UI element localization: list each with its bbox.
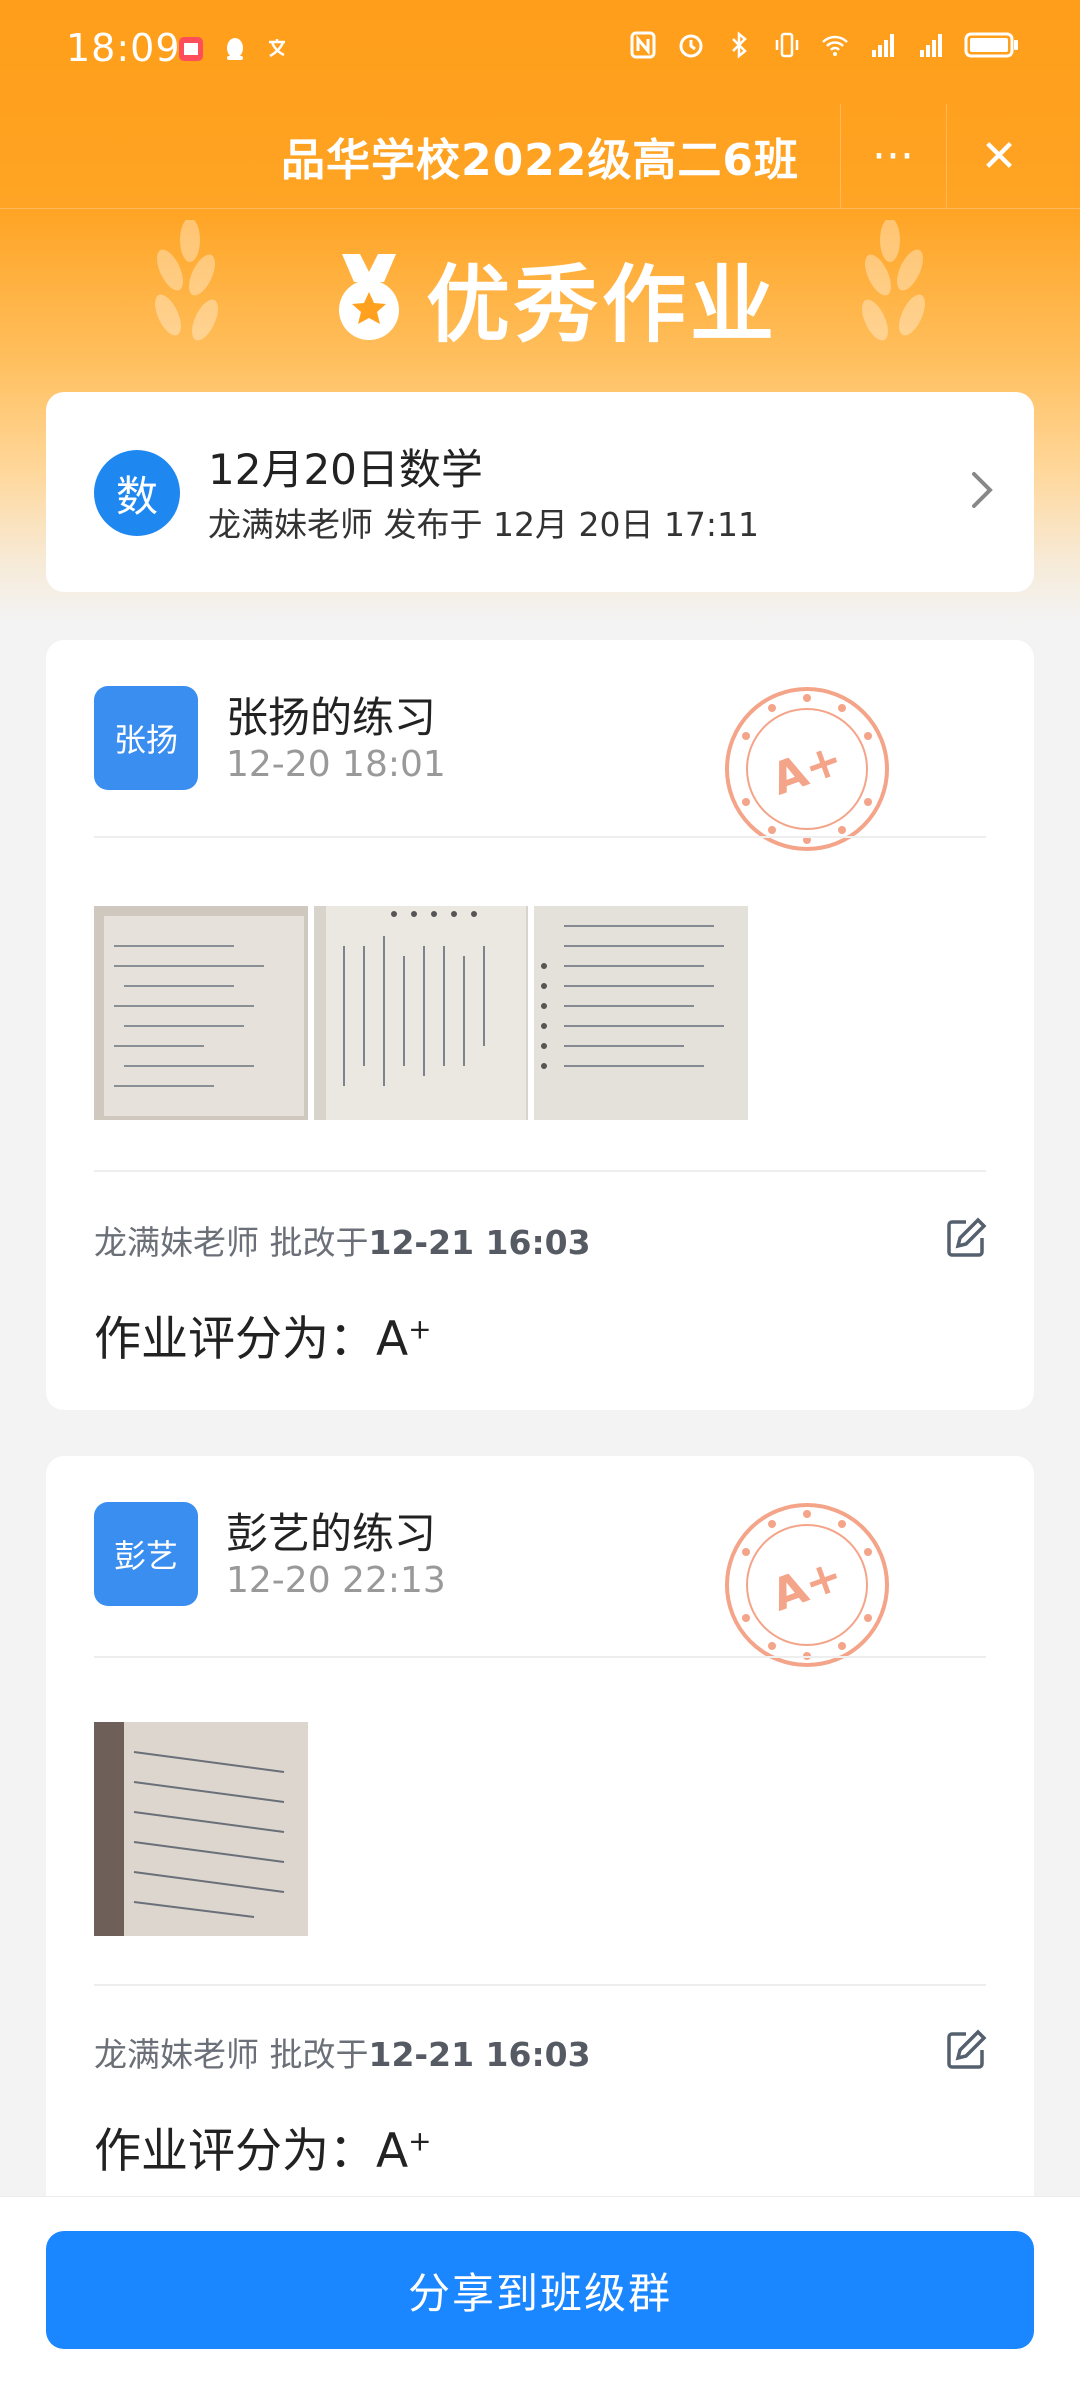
bottom-bar: 分享到班级群: [0, 2196, 1080, 2383]
reviewed-at: 12-21 16:03: [368, 1223, 591, 1262]
submission-title: 张扬的练习: [226, 693, 437, 742]
divider: [94, 1170, 986, 1172]
submission-time: 12-20 22:13: [226, 1560, 446, 1601]
grade-plus: +: [408, 2124, 432, 2158]
grade-label: 作业评分为：: [94, 2124, 376, 2179]
banner-title-group: 优秀作业: [330, 238, 778, 359]
status-left-icons: [176, 34, 294, 64]
homework-photo[interactable]: [534, 906, 748, 1120]
edit-icon[interactable]: [944, 1216, 988, 1260]
submission-card: 张扬 张扬的练习 12-20 18:01 A+ 龙满妹老师 批改于12-21 1…: [46, 640, 1034, 1410]
submission-title: 彭艺的练习: [226, 1509, 437, 1558]
title-divider: [0, 208, 1080, 209]
reviewed-at: 12-21 16:03: [368, 2035, 591, 2074]
homework-meta: 龙满妹老师 发布于 12月 20日 17:11: [208, 505, 760, 544]
banner-title: 优秀作业: [426, 256, 779, 354]
photo-thumbnails: [94, 1722, 308, 1936]
alarm-icon: [679, 34, 703, 58]
avatar[interactable]: 张扬: [94, 686, 198, 790]
grade-letter: A: [376, 1312, 409, 1367]
homework-photo[interactable]: [94, 1722, 308, 1936]
grade-stamp-icon: A+: [725, 1503, 889, 1667]
vibrate-icon: [775, 32, 799, 58]
medal-icon: [339, 253, 399, 340]
photo-thumbnails: [94, 906, 748, 1120]
subject-badge: 数: [94, 450, 180, 536]
status-time: 18:09: [66, 26, 181, 70]
divider: [94, 1656, 986, 1658]
share-to-class-group-button[interactable]: 分享到班级群: [46, 2231, 1034, 2349]
status-right-icons: [628, 30, 1020, 60]
reviewer-info: 龙满妹老师 批改于12-21 16:03: [94, 2028, 591, 2076]
homework-title: 12月20日数学: [208, 445, 483, 494]
bluetooth-icon: [732, 31, 747, 59]
close-button[interactable]: ✕: [946, 104, 1051, 208]
reviewer-label: 龙满妹老师 批改于: [94, 1223, 369, 1262]
notification-app-icon: [179, 37, 203, 61]
grade-text: 作业评分为：A+: [94, 1300, 432, 1369]
submission-time: 12-20 18:01: [226, 744, 446, 785]
battery-icon: [964, 32, 1018, 58]
wifi-icon: [822, 35, 848, 56]
more-button[interactable]: ···: [840, 104, 945, 208]
homework-photo[interactable]: [314, 906, 528, 1120]
divider: [94, 1984, 986, 1986]
grade-label: 作业评分为：: [94, 1312, 376, 1367]
grade-text: 作业评分为：A+: [94, 2112, 432, 2181]
chevron-right-icon: [972, 472, 993, 508]
grade-plus: +: [408, 1312, 432, 1346]
signal-icon: [872, 34, 894, 57]
avatar[interactable]: 彭艺: [94, 1502, 198, 1606]
status-bar: 18:09: [0, 0, 1080, 104]
svg-text:A+: A+: [765, 1549, 849, 1621]
reviewer-info: 龙满妹老师 批改于12-21 16:03: [94, 1216, 591, 1264]
wheat-decoration-icon: [155, 220, 218, 341]
wheat-decoration-icon: [862, 220, 925, 341]
translate-icon: [269, 39, 285, 58]
homework-photo[interactable]: [94, 906, 308, 1120]
signal-icon: [920, 34, 942, 57]
edit-icon[interactable]: [944, 2028, 988, 2072]
qq-icon: [227, 38, 243, 60]
banner: 优秀作业: [0, 220, 1080, 370]
grade-letter: A: [376, 2124, 409, 2179]
reviewer-label: 龙满妹老师 批改于: [94, 2035, 369, 2074]
nfc-icon: [630, 31, 656, 59]
divider: [94, 836, 986, 838]
submission-card: 彭艺 彭艺的练习 12-20 22:13 A+ 龙满妹老师 批改于12-21 1…: [46, 1456, 1034, 2216]
svg-text:A+: A+: [765, 733, 849, 805]
homework-card[interactable]: 数 12月20日数学 龙满妹老师 发布于 12月 20日 17:11: [46, 392, 1034, 592]
grade-stamp-icon: A+: [725, 687, 889, 851]
title-bar: 品华学校2022级高二6班 ··· ✕: [0, 104, 1080, 208]
